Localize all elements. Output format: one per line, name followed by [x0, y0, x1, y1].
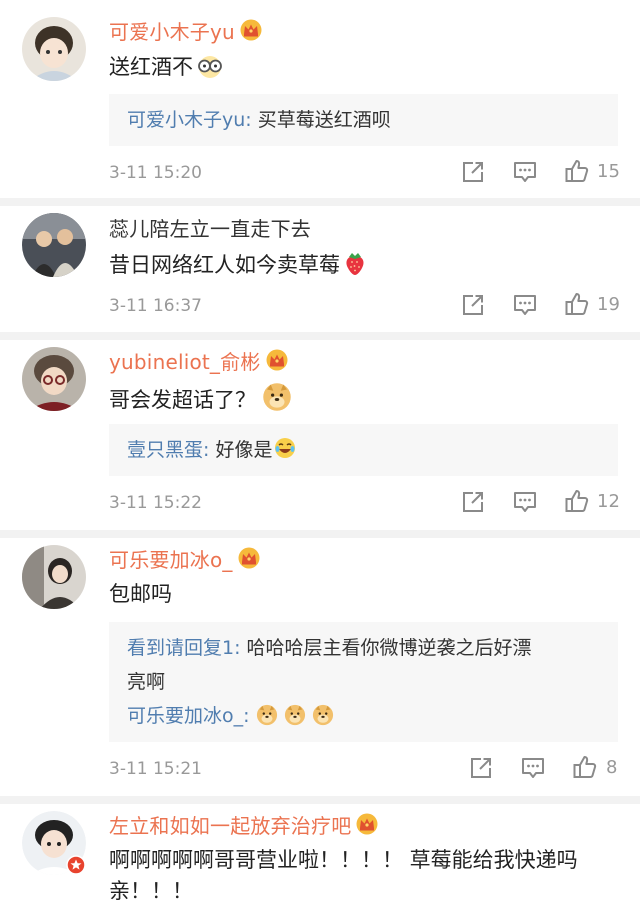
thumbs-up-icon[interactable] — [572, 754, 598, 780]
username-text: yubineliot_俞彬 — [109, 350, 261, 374]
comment-icon[interactable] — [512, 292, 538, 318]
comment-text-body: 哥会发超话了？ — [109, 388, 256, 412]
like-count: 19 — [597, 294, 620, 315]
share-icon[interactable] — [460, 159, 486, 185]
comment-item: 左立和如如一起放弃治疗吧 啊啊啊啊啊哥哥营业啦！！！！ 草莓能给我快递吗 亲！！… — [0, 804, 640, 903]
username-text: 可爱小木子yu — [109, 20, 235, 44]
reply-username[interactable]: 可爱小木子yu: — [127, 109, 252, 131]
verified-badge-icon — [66, 855, 86, 875]
comment-icon[interactable] — [512, 159, 538, 185]
thumbs-up-icon[interactable] — [564, 158, 590, 184]
like-count: 8 — [606, 757, 618, 778]
comment-text-continued: 亲！！！ — [109, 879, 193, 903]
doge-icon — [312, 704, 334, 726]
share-icon[interactable] — [468, 755, 494, 781]
crown-icon — [237, 547, 261, 569]
divider — [0, 796, 640, 804]
comment-text: 哥会发超话了？ — [109, 382, 292, 414]
reply-username[interactable]: 可乐要加冰o_: — [127, 705, 250, 727]
reply-line: 可乐要加冰o_: — [127, 699, 600, 733]
reply-line: 看到请回复1: 哈哈哈层主看你微博逆袭之后好漂 — [127, 631, 600, 665]
glasses-face-emoji-icon — [198, 56, 222, 78]
comment-text: 包邮吗 — [109, 582, 172, 606]
crown-icon — [355, 813, 379, 835]
doge-icon — [256, 704, 278, 726]
comment-text-body: 送红酒不 — [109, 55, 193, 79]
username[interactable]: 可爱小木子yu — [109, 19, 263, 45]
share-icon[interactable] — [460, 292, 486, 318]
username[interactable]: 可乐要加冰o_ — [109, 547, 261, 573]
reply-username[interactable]: 壹只黑蛋: — [127, 439, 209, 461]
username-text: 左立和如如一起放弃治疗吧 — [109, 814, 352, 838]
share-icon[interactable] — [460, 489, 486, 515]
avatar[interactable] — [22, 347, 86, 411]
username[interactable]: 蕊儿陪左立一直走下去 — [109, 216, 311, 242]
comment-text: 送红酒不 — [109, 53, 225, 81]
reply-text-continued: 亮啊 — [127, 671, 166, 693]
timestamp: 3-11 15:21 — [109, 759, 202, 779]
comment-item: 可爱小木子yu 送红酒不 可爱小木子yu: 买草莓送红酒呗 3-11 15:20… — [0, 0, 640, 198]
username[interactable]: yubineliot_俞彬 — [109, 349, 289, 375]
like-count: 15 — [597, 161, 620, 182]
avatar[interactable] — [22, 811, 86, 875]
avatar[interactable] — [22, 213, 86, 277]
username[interactable]: 左立和如如一起放弃治疗吧 — [109, 813, 379, 839]
comment-text-body: 昔日网络红人如今卖草莓 — [109, 253, 340, 277]
timestamp: 3-11 15:22 — [109, 493, 202, 513]
timestamp: 3-11 16:37 — [109, 296, 202, 316]
comment-item: yubineliot_俞彬 哥会发超话了？ 壹只黑蛋: 好像是 3-11 15:… — [0, 340, 640, 530]
doge-icon — [262, 382, 292, 412]
like-count: 12 — [597, 491, 620, 512]
comment-text: 昔日网络红人如今卖草莓 — [109, 249, 368, 279]
strawberry-icon — [346, 253, 364, 275]
username-text: 可乐要加冰o_ — [109, 548, 233, 572]
crown-icon — [239, 19, 263, 41]
comment-text: 啊啊啊啊啊哥哥营业啦！！！！ 草莓能给我快递吗 — [109, 848, 578, 872]
reply-text: 买草莓送红酒呗 — [251, 109, 391, 131]
reply-text: 好像是 — [209, 439, 273, 461]
reply-box[interactable]: 壹只黑蛋: 好像是 — [109, 424, 618, 476]
crown-icon — [265, 349, 289, 371]
reply-box[interactable]: 看到请回复1: 哈哈哈层主看你微博逆袭之后好漂 亮啊 可乐要加冰o_: — [109, 622, 618, 742]
divider — [0, 530, 640, 538]
thumbs-up-icon[interactable] — [564, 291, 590, 317]
avatar[interactable] — [22, 545, 86, 609]
reply-text: 哈哈哈层主看你微博逆袭之后好漂 — [240, 637, 532, 659]
laughing-tears-icon — [275, 438, 296, 458]
timestamp: 3-11 15:20 — [109, 163, 202, 183]
thumbs-up-icon[interactable] — [564, 488, 590, 514]
comment-icon[interactable] — [520, 755, 546, 781]
avatar[interactable] — [22, 17, 86, 81]
comment-item: 蕊儿陪左立一直走下去 昔日网络红人如今卖草莓 3-11 16:37 19 — [0, 206, 640, 332]
reply-box[interactable]: 可爱小木子yu: 买草莓送红酒呗 — [109, 94, 618, 146]
divider — [0, 332, 640, 340]
doge-icon — [284, 704, 306, 726]
comment-item: 可乐要加冰o_ 包邮吗 看到请回复1: 哈哈哈层主看你微博逆袭之后好漂 亮啊 可… — [0, 538, 640, 796]
reply-username[interactable]: 看到请回复1: — [127, 637, 241, 659]
divider — [0, 198, 640, 206]
comment-icon[interactable] — [512, 489, 538, 515]
